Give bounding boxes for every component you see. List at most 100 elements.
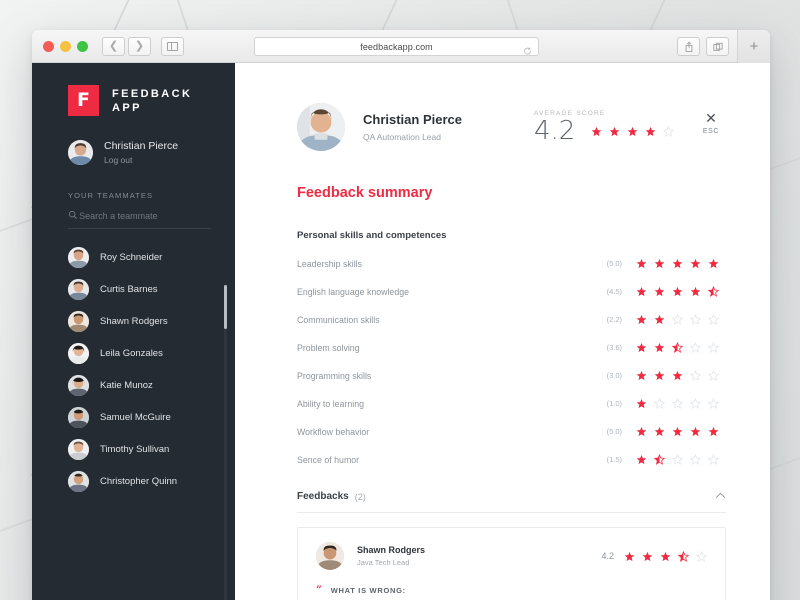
avatar [297,103,345,151]
teammate-search[interactable] [68,210,211,229]
teammate-name: Roy Schneider [100,251,163,263]
forward-button[interactable]: ❯ [128,36,151,56]
current-user[interactable]: Christian Pierce Log out [32,116,235,165]
current-user-info: Christian Pierce Log out [104,140,178,165]
skill-name: Leadership skills [297,258,363,269]
list-item[interactable]: Shawn Rodgers [32,305,235,337]
skill-name: Ability to learning [297,398,364,409]
skills-list: Leadership skills (5.0) English language… [297,258,726,465]
skill-stars [636,370,726,381]
brand-text: FEEDBACK APP [112,87,192,115]
feedback-score-value: 4.2 [601,551,614,561]
skill-value: (4.5) [606,287,622,296]
skill-name: Sence of humor [297,454,360,465]
skill-name: Workflow behavior [297,426,370,437]
skill-value: (3.0) [606,371,622,380]
new-tab-button[interactable]: + [737,30,770,63]
profile-header: Christian Pierce QA Automation Lead AVER… [297,103,726,151]
list-item[interactable]: Christopher Quinn [32,465,235,497]
close-window-button[interactable] [43,40,54,52]
sidebar-glyph [167,41,178,51]
show-tabs-icon[interactable] [706,37,729,56]
feedbacks-header[interactable]: Feedbacks (2) [297,491,726,513]
teammate-name: Christopher Quinn [100,475,178,487]
feedback-block: ” WHAT IS WRONG: [316,586,707,596]
close-label: ESC [702,128,720,135]
table-row: Programming skills (3.0) [297,370,726,381]
browser-window: ❮ ❯ feedbackapp.com + F FEEDBACK APP Chr… [32,30,770,600]
chevron-up-icon[interactable] [715,491,726,502]
list-item[interactable]: Samuel McGuire [32,401,235,433]
table-row: Problem solving (3.6) [297,342,726,353]
profile-info: Christian Pierce QA Automation Lead [363,112,462,142]
quote-icon: ” [316,585,322,596]
brand[interactable]: F FEEDBACK APP [32,63,235,116]
teammate-name: Samuel McGuire [100,411,171,423]
teammate-name: Leila Gonzales [100,347,163,359]
skill-stars [636,398,726,409]
logout-link[interactable]: Log out [104,155,178,165]
brand-line-2: APP [112,101,142,114]
list-item[interactable]: Leila Gonzales [32,337,235,369]
main-content: Christian Pierce QA Automation Lead AVER… [235,63,770,600]
avatar [68,278,89,300]
feedback-score-stars [624,550,707,562]
teammate-name: Timothy Sullivan [100,443,170,455]
avatar [68,310,89,332]
list-item[interactable]: Curtis Barnes [32,273,235,305]
avatar [68,246,89,268]
sidebar-toggle-icon[interactable] [161,36,184,56]
table-row: Sence of humor (1.5) [297,454,726,465]
teammate-name: Curtis Barnes [100,283,158,295]
table-row: Ability to learning (1.0) [297,398,726,409]
close-icon: ✕ [705,110,717,126]
maximize-window-button[interactable] [77,40,88,52]
avatar [68,140,93,165]
teammate-name: Katie Munoz [100,379,153,391]
list-item[interactable]: Roy Schneider [32,241,235,273]
sidebar: F FEEDBACK APP Christian Pierce Log out … [32,63,235,600]
skill-stars [636,314,726,325]
skill-stars [636,426,726,437]
sidebar-scrollbar[interactable] [224,285,227,600]
skill-value: (5.0) [606,259,622,268]
avatar [68,374,89,396]
table-row: Workflow behavior (5.0) [297,426,726,437]
table-row: Leadership skills (5.0) [297,258,726,269]
url-text: feedbackapp.com [360,41,433,52]
average-score-value: 4.2 [534,116,576,146]
skill-stars [636,286,726,297]
teammates-label: YOUR TEAMMATES [68,191,154,200]
list-item[interactable]: Katie Munoz [32,369,235,401]
feedback-author-role: Java Tech Lead [357,558,410,567]
close-button[interactable]: ✕ ESC [698,111,724,135]
back-button[interactable]: ❮ [102,36,125,56]
feedbacks-count: (2) [354,491,366,502]
sidebar-scrollbar-thumb[interactable] [224,285,227,329]
average-score: AVERAGE SCORE 4.2 [534,110,675,146]
skill-value: (1.5) [606,455,622,464]
page-title: Christian Pierce [363,112,462,127]
skill-name: Problem solving [297,342,360,353]
skill-stars [636,258,726,269]
list-item[interactable]: Timothy Sullivan [32,433,235,465]
search-input[interactable] [79,211,211,221]
feedback-author-name: Shawn Rodgers [357,545,426,555]
teammate-list: Roy Schneider Curtis Barnes Shawn Rodger… [32,241,235,497]
feedback-score: 4.2 [601,550,707,562]
address-bar[interactable]: feedbackapp.com [254,37,539,56]
profile-role: QA Automation Lead [363,132,441,142]
feedbacks-title: Feedbacks [297,491,349,502]
table-row: English language knowledge (4.5) [297,286,726,297]
feedback-block-label: WHAT IS WRONG: [330,586,406,595]
avatar [68,438,89,460]
brand-line-1: FEEDBACK [112,87,193,100]
avatar [316,542,344,570]
reload-icon[interactable] [523,42,532,54]
minimize-window-button[interactable] [60,40,71,52]
skills-heading: Personal skills and competences [297,230,447,241]
browser-titlebar: ❮ ❯ feedbackapp.com + [32,30,770,63]
app-logo: F [68,85,99,116]
share-icon[interactable] [677,37,700,56]
avatar [68,342,89,364]
